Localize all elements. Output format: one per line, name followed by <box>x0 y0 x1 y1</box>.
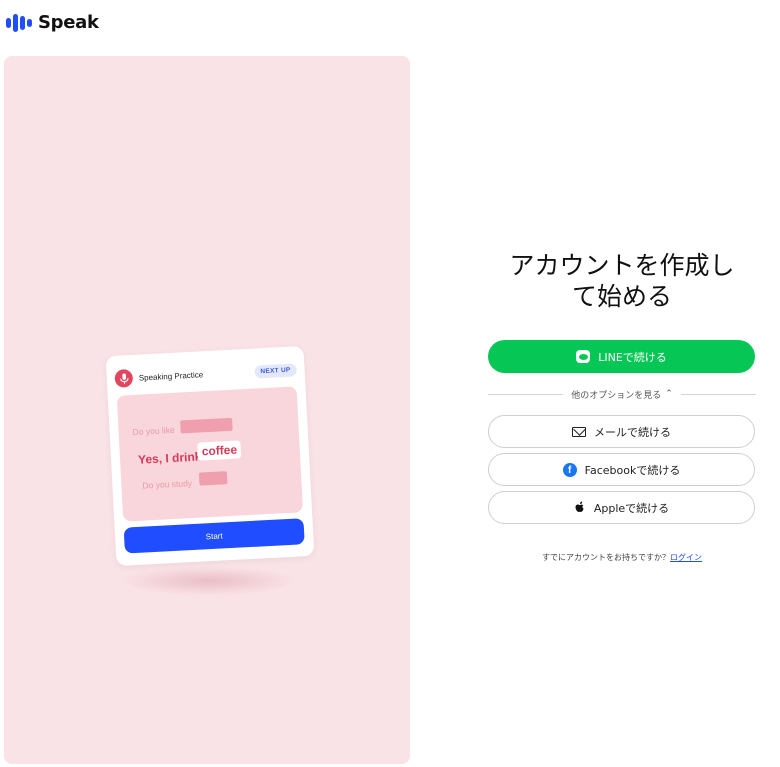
signup-panel: アカウントを作成し て始める LINEで続ける 他のオプションを見る ⌃ メール… <box>488 250 756 563</box>
prompt-line-1: Do you like <box>132 424 175 438</box>
prompt-line-2: Yes, I drink <box>137 449 202 467</box>
brand-name: Speak <box>38 12 99 33</box>
email-signup-label: メールで続ける <box>594 425 671 439</box>
login-note: すでにアカウントをお持ちですか？ログイン <box>488 552 756 563</box>
page-title-line-1: アカウントを作成し <box>509 251 735 280</box>
email-signup-button[interactable]: メールで続ける <box>488 415 755 448</box>
page-title-line-2: て始める <box>571 282 672 311</box>
answer-word-chip: coffee <box>197 440 242 461</box>
practice-area: Do you like Yes, I drink coffee Do you s… <box>116 386 304 522</box>
card-header: Speaking Practice NEXT UP <box>114 358 297 389</box>
blank-slot-1 <box>180 417 233 434</box>
chevron-up-icon: ⌃ <box>665 389 673 399</box>
apple-signup-label: Appleで続ける <box>593 501 670 515</box>
blank-slot-2 <box>198 471 228 486</box>
page-title: アカウントを作成し て始める <box>488 250 756 312</box>
prompt-line-3: Do you study <box>142 477 193 491</box>
card-title: Speaking Practice <box>138 369 204 383</box>
more-options-toggle[interactable]: 他のオプションを見る ⌃ <box>563 388 681 401</box>
facebook-icon: f <box>562 462 577 477</box>
next-up-badge: NEXT UP <box>254 362 297 379</box>
brand-logo[interactable]: Speak <box>6 12 99 33</box>
mail-icon <box>572 426 586 437</box>
more-options-divider: 他のオプションを見る ⌃ <box>488 383 756 405</box>
speak-logo-icon <box>6 13 32 32</box>
apple-signup-button[interactable]: Appleで続ける <box>488 491 755 524</box>
more-options-label: 他のオプションを見る <box>571 390 662 401</box>
facebook-signup-label: Facebookで続ける <box>584 463 681 477</box>
apple-icon <box>574 501 586 515</box>
microphone-icon <box>114 368 134 388</box>
login-prompt: すでにアカウントをお持ちですか？ <box>541 553 671 562</box>
line-signup-button[interactable]: LINEで続ける <box>488 340 755 373</box>
start-button: Start <box>123 518 305 554</box>
card-shadow <box>119 566 299 596</box>
speaking-practice-card: Speaking Practice NEXT UP Do you like Ye… <box>105 345 315 567</box>
login-link[interactable]: ログイン <box>670 553 702 562</box>
line-signup-label: LINEで続ける <box>598 350 667 364</box>
line-icon <box>576 350 591 363</box>
facebook-signup-button[interactable]: f Facebookで続ける <box>488 453 755 486</box>
hero-illustration-panel: Speaking Practice NEXT UP Do you like Ye… <box>4 56 410 764</box>
